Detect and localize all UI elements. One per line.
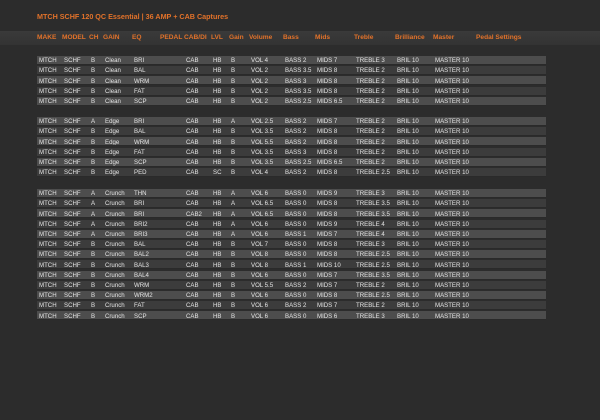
sheet-title: MTCH SCHF 120 QC Essential | 36 AMP + CA… — [37, 12, 229, 21]
table-row[interactable]: MTCH SCHF B Edge SCP CAB HB B VOL 3.5 BASS 2.5 MID… — [37, 157, 546, 167]
column-header-row: MAKE MODEL CH GAIN EQ PEDAL CAB/DI LVL Gain Volum… — [0, 31, 600, 45]
row-divider — [37, 207, 546, 209]
table-row[interactable]: MTCH SCHF B Clean WRM CAB HB B VOL 2 BASS 3 MIDS 8… — [37, 76, 546, 86]
table-row[interactable]: MTCH SCHF B Edge WRM CAB HB B VOL 5.5 BASS 2 MIDS … — [37, 137, 546, 147]
row-divider — [37, 288, 546, 290]
row-divider — [37, 74, 546, 76]
table-row[interactable]: MTCH SCHF B Crunch WRM CAB HB B VOL 5.5 BASS 2 MID… — [37, 280, 546, 290]
table-row[interactable]: MTCH SCHF B Crunch BAL2 CAB HB B VOL 8 BASS 0 MIDS… — [37, 250, 546, 260]
row-divider — [37, 299, 546, 300]
column-header-pedal-settings[interactable]: Pedal Settings — [476, 34, 521, 41]
row-divider — [37, 84, 546, 86]
row-divider — [37, 278, 546, 280]
column-header-ch[interactable]: CH — [89, 34, 99, 41]
table-row[interactable]: MTCH SCHF B Crunch BAL3 CAB HB B VOL 8 BASS 1 MIDS… — [37, 260, 546, 270]
table-row[interactable]: MTCH SCHF B Edge FAT CAB HB B VOL 3.5 BASS 3 MIDS … — [37, 147, 546, 157]
table-row[interactable]: MTCH SCHF B Edge BAL CAB HB B VOL 3.5 BASS 2 MIDS … — [37, 127, 546, 137]
table-row[interactable]: MTCH SCHF B Crunch SCP CAB HB B VOL 6 BASS 0 MIDS … — [37, 311, 546, 321]
table-row[interactable]: MTCH SCHF A Crunch BRI CAB2 HB A VOL 6.5 BASS 0 MI… — [37, 209, 546, 219]
column-header-mids[interactable]: Mids — [315, 34, 330, 41]
column-header-treble[interactable]: Treble — [354, 34, 373, 41]
row-divider — [37, 197, 546, 198]
row-divider — [37, 125, 546, 126]
table-row[interactable]: MTCH SCHF B Clean BRI CAB HB B VOL 4 BASS 2 MIDS 7… — [37, 56, 546, 65]
column-header-brilliance[interactable]: Brilliance — [395, 34, 425, 41]
table-row[interactable]: MTCH SCHF A Crunch BRI3 CAB HB A VOL 6 BASS 1 MIDS… — [37, 229, 546, 239]
row-divider — [37, 135, 546, 137]
column-header-pedal[interactable]: PEDAL — [160, 34, 182, 41]
column-header-volume[interactable]: Volume — [249, 34, 272, 41]
table-row[interactable]: MTCH SCHF A Crunch THN CAB HB A VOL 6 BASS 0 MIDS … — [37, 189, 546, 198]
row-divider — [37, 145, 546, 147]
spreadsheet-sheet: MTCH SCHF 120 QC Essential | 36 AMP + CA… — [0, 0, 600, 420]
row-divider — [37, 155, 546, 157]
column-header-eq[interactable]: EQ — [132, 34, 142, 41]
table-row[interactable]: MTCH SCHF B Crunch BAL4 CAB HB B VOL 6 BASS 0 MIDS… — [37, 270, 546, 280]
table-row[interactable]: MTCH SCHF A Edge BRI CAB HB A VOL 2.5 BASS 2 MIDS … — [37, 117, 546, 126]
table-row[interactable]: MTCH SCHF A Crunch BRI2 CAB HB A VOL 6 BASS 0 MIDS… — [37, 219, 546, 229]
row-divider — [37, 258, 546, 260]
table-row[interactable]: MTCH SCHF B Clean FAT CAB HB B VOL 2 BASS 3.5 MIDS… — [37, 86, 546, 96]
column-header-cab-di[interactable]: CAB/DI — [184, 34, 207, 41]
row-divider — [37, 64, 546, 65]
row-divider — [37, 176, 546, 177]
column-header-gain[interactable]: GAIN — [103, 34, 119, 41]
row-divider — [37, 94, 546, 96]
column-header-make[interactable]: MAKE — [37, 34, 56, 41]
table-row[interactable]: MTCH SCHF B Clean BAL CAB HB B VOL 2 BASS 3.5 MIDS… — [37, 66, 546, 76]
column-header-lvl[interactable]: LVL — [211, 34, 223, 41]
row-divider — [37, 248, 546, 249]
row-divider — [37, 217, 546, 219]
column-header-bass[interactable]: Bass — [283, 34, 299, 41]
table-row[interactable]: MTCH SCHF B Edge PED CAB SC B VOL 4 BASS 2 MIDS 8T… — [37, 168, 546, 177]
row-divider — [37, 104, 546, 106]
row-divider — [37, 237, 546, 239]
table-row[interactable]: MTCH SCHF B Crunch WRM2 CAB HB B VOL 6 BASS 0 MIDS… — [37, 291, 546, 300]
column-header-model[interactable]: MODEL — [62, 34, 86, 41]
table-row[interactable]: MTCH SCHF B Crunch FAT CAB HB B VOL 6 BASS 2 MIDS … — [37, 301, 546, 311]
row-divider — [37, 227, 546, 229]
row-divider — [37, 319, 546, 321]
table-row[interactable]: MTCH SCHF B Crunch BAL CAB HB B VOL 7 BASS 0 MIDS … — [37, 240, 546, 249]
row-divider — [37, 309, 546, 311]
column-header-gain[interactable]: Gain — [229, 34, 244, 41]
column-header-master[interactable]: Master — [433, 34, 454, 41]
table-row[interactable]: MTCH SCHF B Clean SCP CAB HB B VOL 2 BASS 2.5 MIDS… — [37, 96, 546, 106]
table-row[interactable]: MTCH SCHF A Crunch BRI CAB HB A VOL 6.5 BASS 0 MID… — [37, 199, 546, 209]
row-divider — [37, 165, 546, 167]
row-divider — [37, 268, 546, 270]
